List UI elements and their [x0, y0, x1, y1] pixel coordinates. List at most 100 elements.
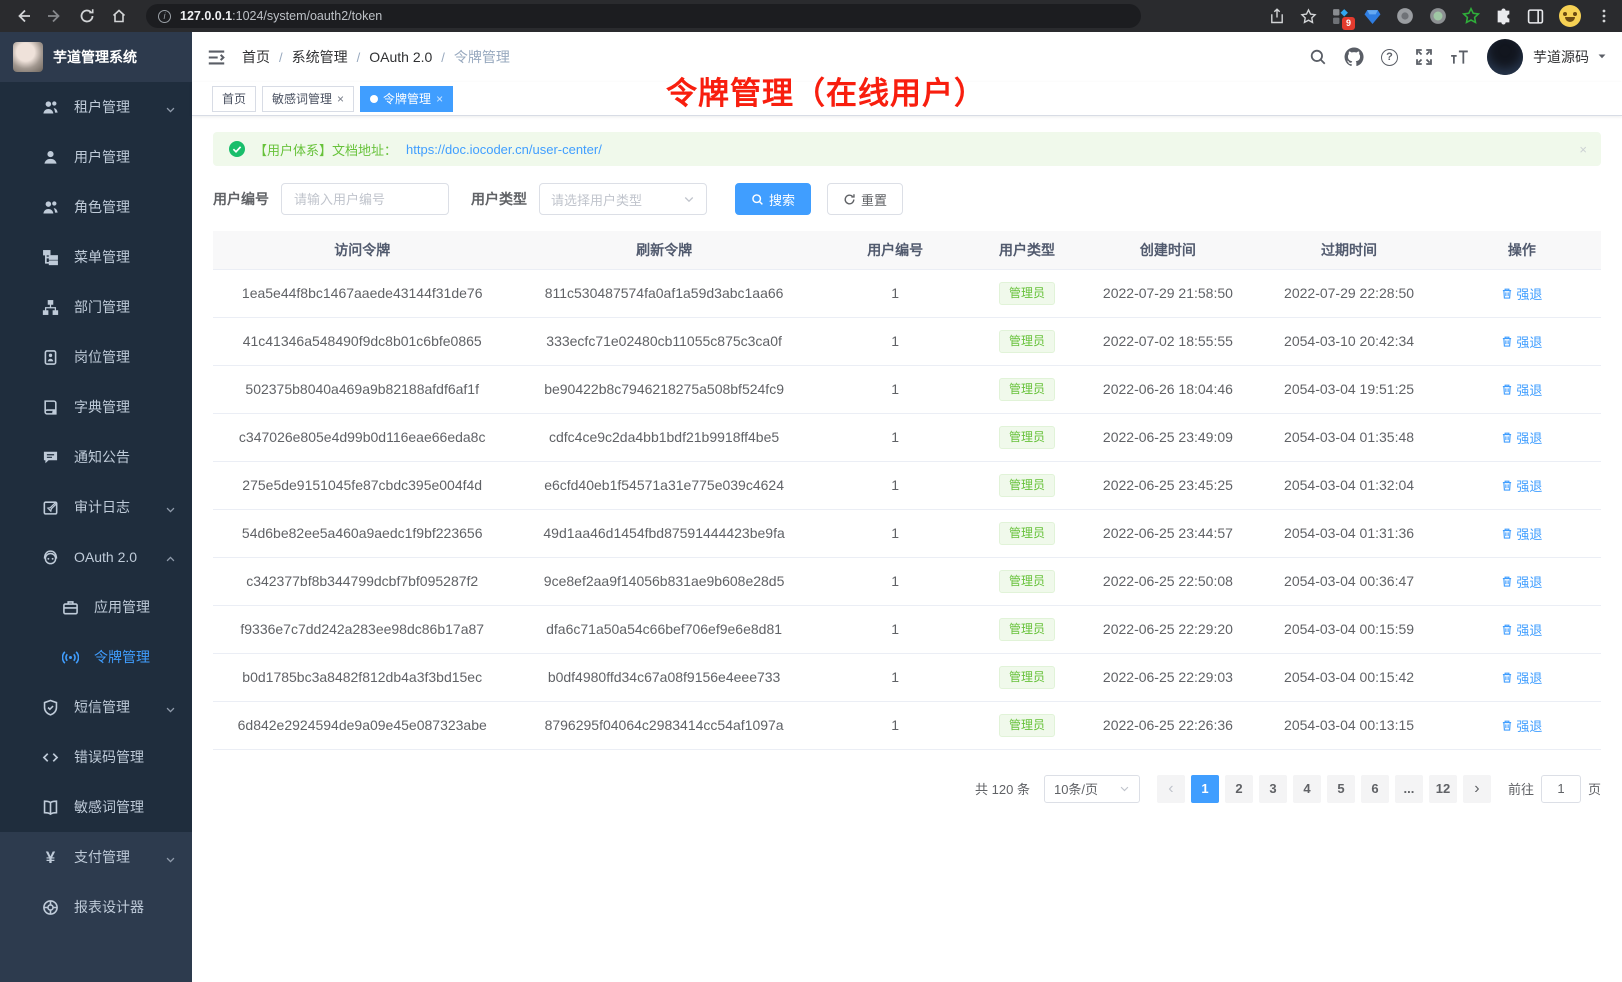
doc-link[interactable]: https://doc.iocoder.cn/user-center/ [406, 142, 602, 157]
page-button[interactable]: 4 [1293, 775, 1321, 803]
search-icon[interactable] [1309, 48, 1327, 66]
force-logout-button[interactable]: 强退 [1501, 284, 1542, 303]
sidebar-item-token-manage[interactable]: 令牌管理 [0, 632, 192, 682]
goto-page-input[interactable] [1541, 775, 1581, 803]
sidebar-item-user[interactable]: 用户管理 [0, 132, 192, 182]
user-avatar[interactable] [1487, 39, 1523, 75]
site-info-icon[interactable] [158, 10, 171, 23]
next-page-button[interactable] [1463, 775, 1491, 803]
action-cell: 强退 [1443, 413, 1601, 461]
chevron-down-icon [1119, 783, 1130, 794]
breadcrumb-system[interactable]: 系统管理 [292, 47, 348, 67]
force-logout-button[interactable]: 强退 [1501, 476, 1542, 495]
force-logout-button[interactable]: 强退 [1501, 620, 1542, 639]
close-icon[interactable] [436, 92, 443, 106]
close-icon[interactable] [337, 92, 344, 106]
briefcase-icon [62, 599, 79, 616]
force-logout-button[interactable]: 强退 [1501, 716, 1542, 735]
table-row: 41c41346a548490f9dc8b01c6bfe0865 333ecfc… [213, 317, 1601, 365]
sidebar-item-app-manage[interactable]: 应用管理 [0, 582, 192, 632]
user-type-cell: 管理员 [974, 461, 1081, 509]
create-time-cell: 2022-06-25 22:50:08 [1080, 557, 1255, 605]
extension-tabs-icon[interactable]: 9 [1332, 8, 1349, 25]
reload-icon[interactable] [74, 3, 100, 29]
force-logout-button[interactable]: 强退 [1501, 572, 1542, 591]
extensions-puzzle-icon[interactable] [1495, 8, 1512, 25]
col-access-token: 访问令牌 [213, 231, 511, 269]
back-icon[interactable] [10, 3, 36, 29]
sidebar-item-error-code[interactable]: 错误码管理 [0, 732, 192, 782]
page-button[interactable]: ... [1395, 775, 1423, 803]
tab-home[interactable]: 首页 [212, 86, 256, 112]
sidebar-item-department[interactable]: 部门管理 [0, 282, 192, 332]
sidebar-item-menu[interactable]: 菜单管理 [0, 232, 192, 282]
address-bar[interactable]: 127.0.0.1:1024/system/oauth2/token [146, 4, 1141, 28]
sidebar-item-audit-log[interactable]: 审计日志 [0, 482, 192, 532]
sidebar-item-report-designer[interactable]: 报表设计器 [0, 882, 192, 932]
breadcrumb-home[interactable]: 首页 [242, 47, 270, 67]
extension-camera-icon[interactable] [1396, 7, 1414, 25]
force-logout-button[interactable]: 强退 [1501, 668, 1542, 687]
user-type-select[interactable]: 请选择用户类型 [539, 183, 707, 215]
col-action: 操作 [1443, 231, 1601, 269]
page-button[interactable]: 6 [1361, 775, 1389, 803]
forward-icon[interactable] [42, 3, 68, 29]
table-row: 1ea5e44f8bc1467aaede43144f31de76 811c530… [213, 269, 1601, 317]
extension-gem-icon[interactable] [1364, 8, 1381, 25]
user-type-cell: 管理员 [974, 509, 1081, 557]
force-logout-button[interactable]: 强退 [1501, 428, 1542, 447]
fullscreen-icon[interactable] [1415, 48, 1433, 66]
alert-close-icon[interactable] [1579, 142, 1587, 157]
bookmark-star-icon[interactable] [1300, 8, 1317, 25]
profile-avatar-icon[interactable] [1559, 5, 1581, 27]
force-logout-button[interactable]: 强退 [1501, 332, 1542, 351]
page-size-select[interactable]: 10条/页 [1044, 775, 1140, 803]
browser-actions: 9 [1269, 5, 1612, 27]
sidebar-item-notice[interactable]: 通知公告 [0, 432, 192, 482]
sidebar-item-label: 租户管理 [74, 97, 130, 117]
github-icon[interactable] [1344, 47, 1364, 67]
tab-token-manage[interactable]: 令牌管理 [360, 86, 453, 112]
prev-page-button[interactable] [1157, 775, 1185, 803]
page-button[interactable]: 1 [1191, 775, 1219, 803]
caret-down-icon[interactable] [1597, 48, 1607, 66]
sidebar-item-oauth[interactable]: OAuth 2.0 [0, 532, 192, 582]
home-icon[interactable] [106, 3, 132, 29]
sidebar-item-sms[interactable]: 短信管理 [0, 682, 192, 732]
col-user-id: 用户编号 [817, 231, 974, 269]
user-id-cell: 1 [817, 413, 974, 461]
access-token-cell: 275e5de9151045fe87cbdc395e004f4d [213, 461, 511, 509]
search-button[interactable]: 搜索 [735, 183, 811, 215]
sidebar-logo[interactable]: 芋道管理系统 [0, 32, 192, 82]
audit-log-icon [42, 499, 59, 516]
tab-sensitive-word[interactable]: 敏感词管理 [262, 86, 354, 112]
username[interactable]: 芋道源码 [1533, 47, 1589, 67]
page-button[interactable]: 2 [1225, 775, 1253, 803]
extension-record-icon[interactable] [1429, 7, 1447, 25]
sidebar-item-post[interactable]: 岗位管理 [0, 332, 192, 382]
share-icon[interactable] [1269, 8, 1285, 24]
hamburger-icon[interactable] [207, 48, 226, 67]
help-icon[interactable] [1381, 49, 1398, 66]
user-type-cell: 管理员 [974, 413, 1081, 461]
page-button[interactable]: 3 [1259, 775, 1287, 803]
action-cell: 强退 [1443, 461, 1601, 509]
page-button[interactable]: 5 [1327, 775, 1355, 803]
force-logout-button[interactable]: 强退 [1501, 524, 1542, 543]
breadcrumb-oauth[interactable]: OAuth 2.0 [369, 49, 432, 65]
side-panel-icon[interactable] [1527, 8, 1544, 25]
extension-star-icon[interactable] [1462, 7, 1480, 25]
page-button[interactable]: 12 [1429, 775, 1457, 803]
sidebar-item-pay[interactable]: ¥ 支付管理 [0, 832, 192, 882]
user-id-input[interactable] [281, 183, 449, 215]
force-logout-button[interactable]: 强退 [1501, 380, 1542, 399]
user-type-cell: 管理员 [974, 365, 1081, 413]
sidebar-item-tenant[interactable]: 租户管理 [0, 82, 192, 132]
sidebar-item-dict[interactable]: 字典管理 [0, 382, 192, 432]
font-size-icon[interactable] [1450, 48, 1470, 66]
expire-time-cell: 2054-03-04 01:35:48 [1255, 413, 1442, 461]
sidebar-item-sensitive-word[interactable]: 敏感词管理 [0, 782, 192, 832]
browser-menu-icon[interactable] [1596, 8, 1612, 24]
reset-button[interactable]: 重置 [827, 183, 903, 215]
sidebar-item-role[interactable]: 角色管理 [0, 182, 192, 232]
